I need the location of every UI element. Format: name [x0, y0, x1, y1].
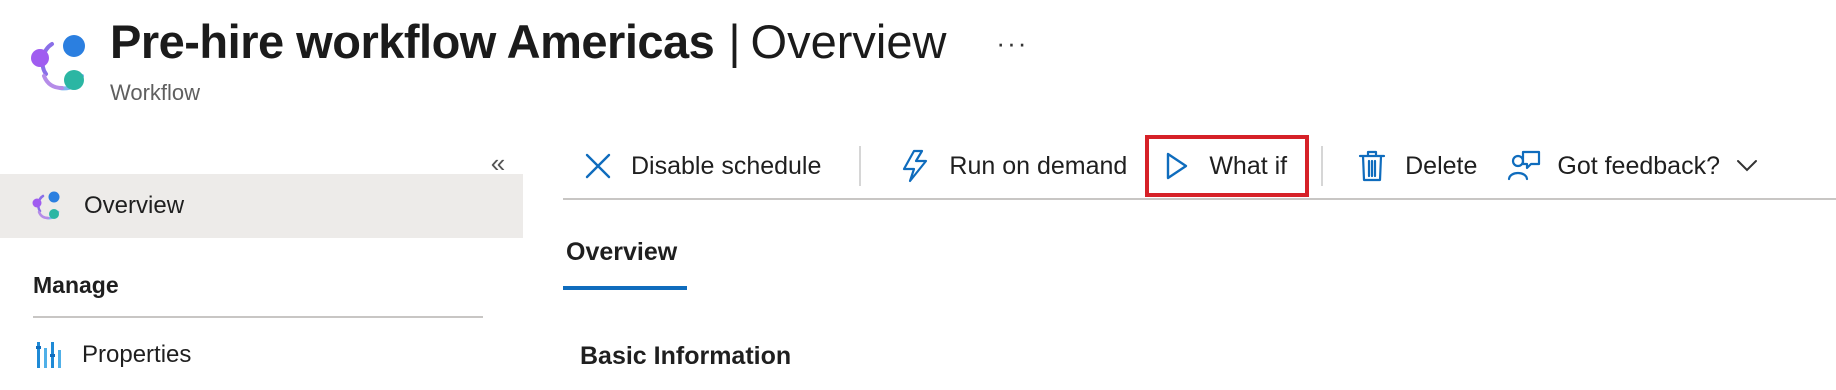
command-bar: Disable schedule Run on demand What if D… [563, 135, 1758, 197]
toolbar-divider [563, 198, 1836, 200]
page-section-title: Overview [750, 15, 947, 68]
manage-section-heading: Manage [33, 272, 119, 298]
sidebar-item-label: Properties [82, 341, 192, 368]
page-header: Pre-hire workflow Americas | Overview ··… [0, 0, 1836, 120]
lifecycle-workflow-icon [31, 35, 85, 91]
chevron-down-icon [1736, 159, 1758, 173]
toolbar-separator [1321, 146, 1324, 186]
sidebar-item-properties[interactable]: Properties [0, 332, 523, 378]
active-tab-indicator [563, 286, 687, 290]
lifecycle-workflow-icon [32, 191, 60, 220]
what-if-button[interactable]: What if [1145, 135, 1310, 197]
divider [33, 316, 483, 318]
basic-information-heading: Basic Information [580, 342, 792, 370]
sidebar-item-label: Overview [84, 192, 185, 219]
title-separator: | [728, 15, 741, 68]
page-title: Pre-hire workflow Americas [110, 15, 715, 68]
sidebar-item-overview[interactable]: Overview [0, 174, 523, 238]
play-icon [1159, 149, 1193, 183]
lightning-icon [899, 149, 933, 183]
page-subtitle: Workflow [110, 80, 201, 105]
feedback-icon [1507, 149, 1541, 183]
properties-icon [36, 342, 61, 368]
toolbar-separator [859, 146, 862, 186]
disable-schedule-button[interactable]: Disable schedule [581, 141, 821, 191]
run-on-demand-button[interactable]: Run on demand [899, 141, 1127, 191]
more-options-button[interactable]: ··· [996, 28, 1028, 59]
delete-button[interactable]: Delete [1355, 141, 1477, 191]
trash-icon [1355, 149, 1389, 183]
close-icon [581, 149, 615, 183]
tab-overview[interactable]: Overview [566, 238, 677, 267]
feedback-button[interactable]: Got feedback? [1507, 141, 1758, 191]
